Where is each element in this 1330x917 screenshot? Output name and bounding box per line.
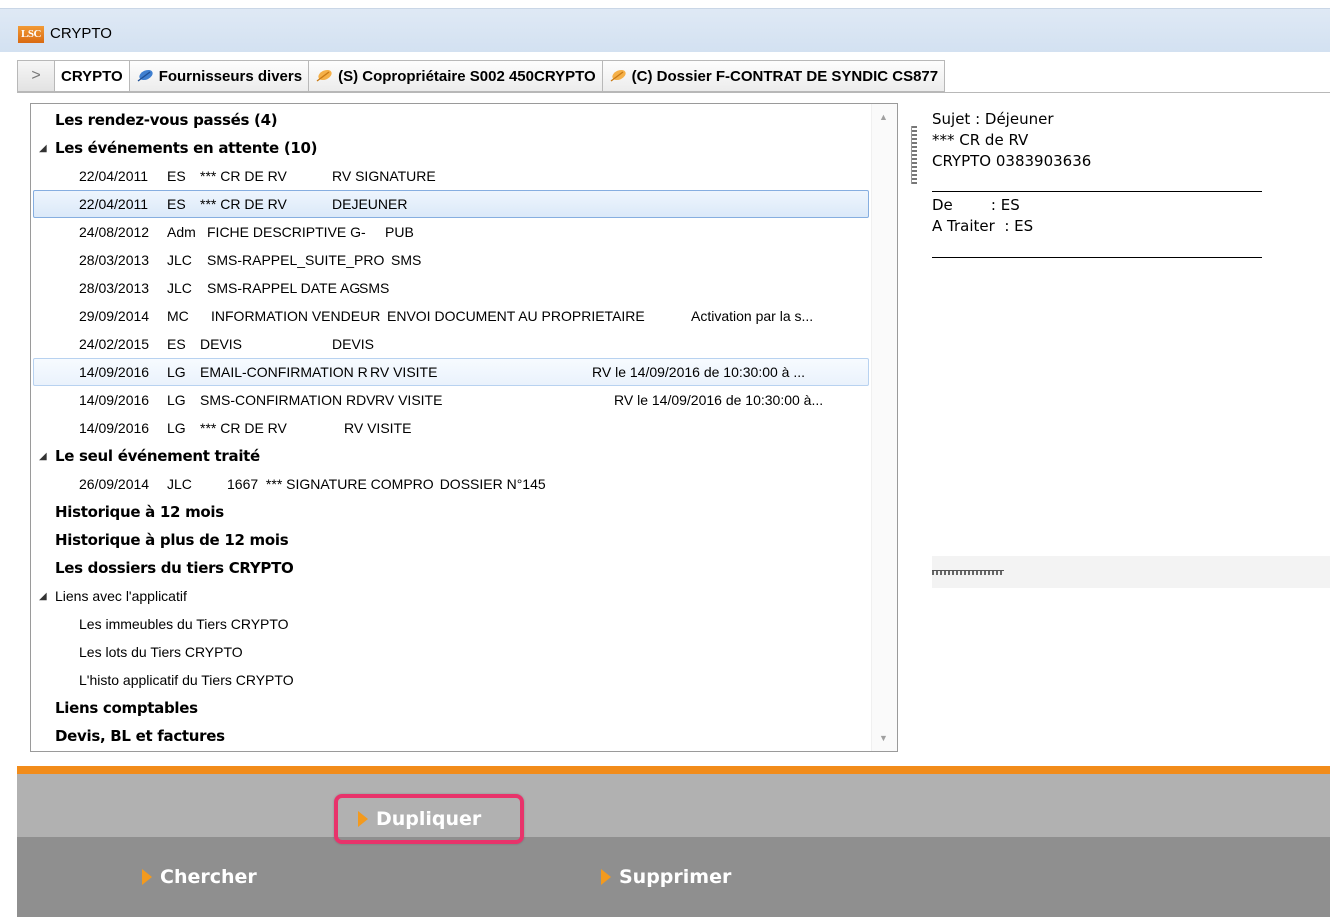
collapse-arrow-icon[interactable]: ◢	[39, 451, 55, 462]
tree-node-processed-event[interactable]: ◢ Le seul événement traité	[39, 442, 260, 470]
tab-label: (C) Dossier F-CONTRAT DE SYNDIC CS877	[631, 67, 939, 85]
event-detail-panel: Sujet : Déjeuner *** CR de RV CRYPTO 038…	[932, 103, 1330, 555]
tree-node-accounting-links[interactable]: Liens comptables	[39, 694, 198, 722]
event-row[interactable]: 24/02/2015 ES DEVIS DEVIS	[79, 330, 374, 358]
title-bar: LSC CRYPTO	[0, 8, 1330, 52]
play-arrow-icon	[601, 869, 611, 885]
action-toolbar-top	[17, 774, 1330, 837]
delete-button[interactable]: Supprimer	[601, 866, 731, 888]
app-logo: LSC	[18, 26, 44, 43]
tab-toggle-button[interactable]: >	[17, 60, 55, 92]
search-button[interactable]: Chercher	[142, 866, 257, 888]
tree-scrollbar[interactable]: ▲ ▼	[871, 104, 897, 751]
window-title: CRYPTO	[50, 25, 112, 42]
vertical-splitter-handle[interactable]	[911, 126, 917, 184]
event-row[interactable]: 28/03/2013 JLC SMS-RAPPEL DATE AG SMS	[79, 274, 389, 302]
horizontal-splitter-handle[interactable]	[932, 570, 1004, 575]
detail-bottom-panel	[932, 589, 1330, 752]
collapse-arrow-icon[interactable]: ◢	[39, 591, 55, 602]
accent-bar	[17, 766, 1330, 774]
tree-node-app-links[interactable]: ◢ Liens avec l'applicatif	[39, 582, 187, 610]
detail-divider	[932, 257, 1262, 258]
orange-leaf-icon	[609, 69, 627, 83]
app-window: LSC CRYPTO > CRYPTO Fournisseurs divers …	[0, 0, 1330, 917]
event-row[interactable]: 22/04/2011 ES *** CR DE RV RV SIGNATURE	[79, 162, 436, 190]
event-row[interactable]: 14/09/2016 LG *** CR DE RV RV VISITE	[79, 414, 411, 442]
tree-link-buildings[interactable]: Les immeubles du Tiers CRYPTO	[79, 610, 289, 638]
duplicate-highlight	[334, 794, 524, 844]
tab-fournisseurs-divers[interactable]: Fournisseurs divers	[129, 60, 310, 92]
tab-label: Fournisseurs divers	[158, 67, 303, 85]
tree-node-third-party-files[interactable]: Les dossiers du tiers CRYPTO	[39, 554, 294, 582]
event-row[interactable]: 14/09/2016 LG EMAIL-CONFIRMATION R RV VI…	[79, 358, 805, 386]
detail-cr: *** CR de RV	[932, 131, 1029, 149]
event-row[interactable]: 24/08/2012 Adm FICHE DESCRIPTIVE G- PUB	[79, 218, 414, 246]
event-row[interactable]: 26/09/2014 JLC 1667 *** SIGNATURE COMPRO…	[79, 470, 546, 498]
tree-node-history-12[interactable]: Historique à 12 mois	[39, 498, 224, 526]
event-tree[interactable]: Les rendez-vous passés (4) ◢ Les événemen…	[30, 103, 898, 752]
collapse-arrow-icon[interactable]: ◢	[39, 143, 55, 154]
tree-node-past-meetings[interactable]: Les rendez-vous passés (4)	[39, 106, 278, 134]
tree-node-history-more-12[interactable]: Historique à plus de 12 mois	[39, 526, 289, 554]
detail-from: De : ES	[932, 196, 1020, 214]
detail-contact: CRYPTO 0383903636	[932, 152, 1092, 170]
detail-divider	[932, 191, 1262, 192]
tree-link-lots[interactable]: Les lots du Tiers CRYPTO	[79, 638, 243, 666]
scroll-down-icon[interactable]: ▼	[879, 733, 888, 743]
tab-bar: > CRYPTO Fournisseurs divers (S) Copropr…	[17, 60, 946, 92]
detail-subject: Sujet : Déjeuner	[932, 110, 1054, 128]
tab-dossier-contrat[interactable]: (C) Dossier F-CONTRAT DE SYNDIC CS877	[602, 60, 946, 92]
tree-link-app-history[interactable]: L'histo applicatif du Tiers CRYPTO	[79, 666, 294, 694]
event-row[interactable]: 14/09/2016 LG SMS-CONFIRMATION RDV RV VI…	[79, 386, 823, 414]
tree-node-pending-events[interactable]: ◢ Les événements en attente (10)	[39, 134, 318, 162]
event-row-selected[interactable]: 22/04/2011 ES *** CR DE RV DEJEUNER	[79, 190, 407, 218]
tree-node-quotes-invoices[interactable]: Devis, BL et factures	[39, 722, 225, 750]
scroll-up-icon[interactable]: ▲	[879, 112, 888, 122]
orange-leaf-icon	[315, 69, 333, 83]
tab-crypto[interactable]: CRYPTO	[55, 60, 130, 92]
tab-label: CRYPTO	[61, 67, 123, 85]
tab-coproprietaire[interactable]: (S) Copropriétaire S002 450CRYPTO	[309, 60, 603, 92]
tab-label: (S) Copropriétaire S002 450CRYPTO	[338, 67, 596, 85]
event-row[interactable]: 29/09/2014 MC INFORMATION VENDEUR ENVOI …	[79, 302, 813, 330]
detail-to-process: A Traiter : ES	[932, 217, 1034, 235]
event-row[interactable]: 28/03/2013 JLC SMS-RAPPEL_SUITE_PRO SMS	[79, 246, 421, 274]
play-arrow-icon	[142, 869, 152, 885]
blue-leaf-icon	[136, 69, 154, 83]
